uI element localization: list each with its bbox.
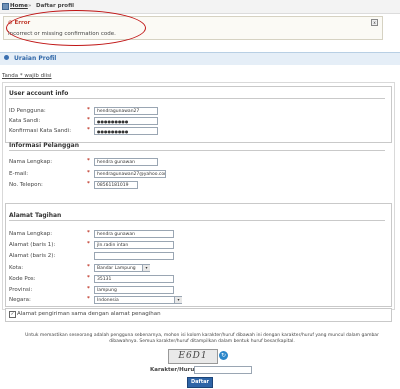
field-label-username: ID Pengguna: <box>9 108 46 114</box>
divider <box>9 220 385 221</box>
divider <box>9 98 385 99</box>
required-mark: * <box>87 181 90 187</box>
captcha-label: Karakter/Huruf: <box>150 367 199 373</box>
confirm-password-input[interactable]: ●●●●●●●●● <box>94 127 158 135</box>
captcha-image: E6D1 <box>168 349 218 364</box>
field-label-confirm-password: Konfirmasi Kata Sandi: <box>9 128 72 134</box>
same-address-checkbox[interactable]: ✓ <box>9 311 16 318</box>
postal-code-input[interactable]: 35131 <box>94 275 174 283</box>
captcha-instructions: Untuk memastikan seseorang adalah penggu… <box>25 333 379 344</box>
province-input[interactable]: lampung <box>94 286 174 294</box>
required-mark: * <box>87 170 90 176</box>
required-mark: * <box>87 127 90 133</box>
billing-group <box>5 203 392 307</box>
address2-input[interactable] <box>94 252 174 260</box>
home-icon[interactable] <box>2 3 9 10</box>
fullname-input[interactable]: hendra gunawan <box>94 158 158 166</box>
same-address-label: Alamat pengiriman sama dengan alamat pen… <box>17 311 161 317</box>
account-title: User account info <box>9 90 69 97</box>
close-icon[interactable]: x <box>371 19 378 26</box>
required-mark: * <box>87 107 90 113</box>
captcha-input[interactable] <box>194 366 252 374</box>
required-mark: * <box>87 275 90 281</box>
password-input[interactable]: ●●●●●●●●● <box>94 117 158 125</box>
required-mark: * <box>87 296 90 302</box>
section-title: Uraian Profil <box>14 55 57 62</box>
highlight-oval <box>6 10 146 46</box>
divider <box>9 150 385 151</box>
field-label-billing-name: Nama Lengkap: <box>9 231 53 237</box>
address1-input[interactable]: jln.radin intan <box>94 241 174 249</box>
phone-input[interactable]: 08561181019 <box>94 181 138 189</box>
field-label-fullname: Nama Lengkap: <box>9 159 53 165</box>
country-select[interactable]: Indonesia <box>94 296 182 304</box>
breadcrumb-home-link[interactable]: Home <box>10 3 28 9</box>
field-label-address1: Alamat (baris 1): <box>9 242 56 248</box>
field-label-city: Kota: <box>9 265 24 271</box>
required-mark: * <box>87 264 90 270</box>
field-label-province: Provinsi: <box>9 287 33 293</box>
required-mark: * <box>87 286 90 292</box>
billing-title: Alamat Tagihan <box>9 212 62 219</box>
field-label-address2: Alamat (baris 2): <box>9 253 56 259</box>
required-mark: * <box>87 158 90 164</box>
breadcrumb-separator: » <box>28 3 32 9</box>
billing-name-input[interactable]: hendra gunawan <box>94 230 174 238</box>
field-label-postal: Kode Pos: <box>9 276 36 282</box>
field-label-password: Kata Sandi: <box>9 118 41 124</box>
chevron-down-icon[interactable]: ▾ <box>174 297 182 303</box>
submit-button[interactable]: Daftar <box>187 377 213 388</box>
required-mark: * <box>87 241 90 247</box>
customer-title: Informasi Pelanggan <box>9 142 79 149</box>
required-mark: * <box>87 230 90 236</box>
required-note: Tanda * wajib diisi <box>2 73 52 79</box>
field-label-country: Negara: <box>9 297 31 303</box>
refresh-icon[interactable]: ↻ <box>219 351 228 360</box>
section-bullet-icon <box>4 55 9 60</box>
breadcrumb-current: Daftar profil <box>36 3 75 9</box>
section-header <box>0 52 400 65</box>
field-label-email: E-mail: <box>9 171 29 177</box>
username-input[interactable]: hendragunawan27 <box>94 107 158 115</box>
chevron-down-icon[interactable]: ▾ <box>142 265 150 271</box>
email-input[interactable]: hendragunawan27@yahoo.com <box>94 170 166 178</box>
required-mark: * <box>87 117 90 123</box>
field-label-phone: No. Telepon: <box>9 182 43 188</box>
